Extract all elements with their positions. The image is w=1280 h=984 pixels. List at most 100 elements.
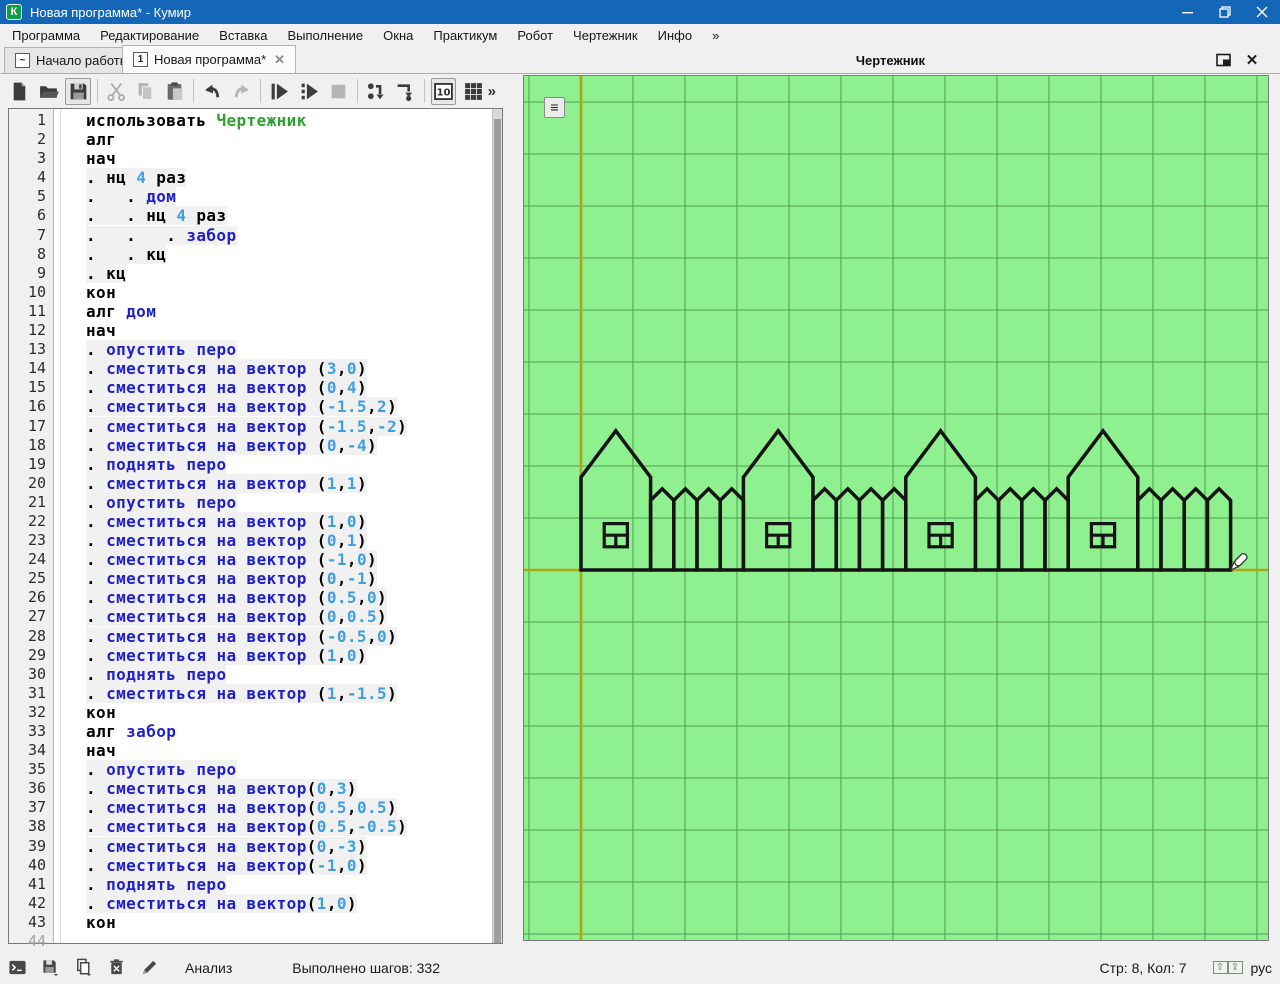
minimize-button[interactable]: [1169, 0, 1206, 24]
code-line-18: . сместиться на вектор (0,-4): [61, 436, 491, 455]
code-line-43: кон: [61, 913, 491, 932]
menu-item-5[interactable]: Практикум: [423, 26, 507, 45]
code-line-24: . сместиться на вектор (-1,0): [61, 550, 491, 569]
stop-button[interactable]: [326, 78, 351, 105]
run-step-button[interactable]: [297, 78, 322, 105]
code-line-12: нач: [61, 321, 491, 340]
drawer-window-header: Чертежник ✕: [515, 46, 1272, 74]
code-line-42: . сместиться на вектор(1,0): [61, 894, 491, 913]
toolbar-separator: [193, 79, 194, 103]
status-steps-counter: Выполнено шагов: 332: [292, 960, 440, 976]
code-line-6: . . нц 4 раз: [61, 206, 491, 225]
code-line-33: алг забор: [61, 722, 491, 741]
show-margin-10-button[interactable]: 10: [431, 78, 456, 105]
line-number: 14: [9, 359, 53, 378]
menu-item-1[interactable]: Редактирование: [90, 26, 209, 45]
menu-item-4[interactable]: Окна: [373, 26, 423, 45]
tab-label: Новая программа*: [154, 52, 266, 67]
stop-icon: [328, 81, 349, 102]
code-line-34: нач: [61, 741, 491, 760]
code-line-10: кон: [61, 283, 491, 302]
undo-button[interactable]: [200, 78, 225, 105]
code-line-9: . кц: [61, 264, 491, 283]
step-over-button[interactable]: [364, 78, 389, 105]
copy-button[interactable]: [133, 78, 158, 105]
status-mode: Анализ: [185, 960, 232, 976]
tab-0[interactable]: ~Начало работы: [4, 47, 140, 73]
line-number: 34: [9, 741, 53, 760]
code-line-22: . сместиться на вектор (1,0): [61, 512, 491, 531]
menu-item-2[interactable]: Вставка: [209, 26, 277, 45]
line-number: 31: [9, 684, 53, 703]
redo-button[interactable]: [229, 78, 254, 105]
code-line-30: . поднять перо: [61, 665, 491, 684]
save-result-button[interactable]: [41, 958, 60, 977]
line-number: 5: [9, 187, 53, 206]
console-button[interactable]: [8, 958, 27, 977]
close-button[interactable]: [1243, 0, 1280, 24]
menu-item-9[interactable]: »: [702, 26, 729, 45]
save-program-button[interactable]: [65, 78, 90, 105]
menu-bar: ПрограммаРедактированиеВставкаВыполнение…: [0, 24, 1280, 46]
drawer-field: [524, 76, 1268, 940]
title-bar: К Новая программа* - Кумир: [0, 0, 1280, 24]
drawer-menu-button[interactable]: ≡: [544, 97, 565, 118]
menu-item-0[interactable]: Программа: [2, 26, 90, 45]
line-number: 33: [9, 722, 53, 741]
paste-button[interactable]: [162, 78, 187, 105]
code-editor[interactable]: 1234567891011121314151617181920212223242…: [8, 108, 503, 944]
line-number: 22: [9, 512, 53, 531]
line-number: 13: [9, 340, 53, 359]
open-program-button[interactable]: [36, 78, 61, 105]
line-number: 39: [9, 837, 53, 856]
menu-item-8[interactable]: Инфо: [648, 26, 702, 45]
copy-result-button[interactable]: [74, 958, 93, 977]
new-program-icon: [9, 81, 30, 102]
toolbar-separator: [357, 79, 358, 103]
step-out-button[interactable]: [393, 78, 418, 105]
code-area[interactable]: использовать Чертежникалгнач. нц 4 раз. …: [61, 109, 491, 943]
menu-item-3[interactable]: Выполнение: [277, 26, 373, 45]
show-field-button[interactable]: [460, 78, 485, 105]
drawer-canvas: ≡: [523, 75, 1269, 941]
drawer-close-button[interactable]: ✕: [1238, 49, 1266, 71]
line-number: 4: [9, 168, 53, 187]
line-number: 25: [9, 569, 53, 588]
tab-close-icon[interactable]: ✕: [274, 52, 285, 68]
tab-1[interactable]: 1Новая программа*✕: [122, 45, 296, 73]
line-number: 10: [9, 283, 53, 302]
line-number: 32: [9, 703, 53, 722]
toolbar-separator: [97, 79, 98, 103]
status-bar: Анализ Выполнено шагов: 332 Стр: 8, Кол:…: [0, 951, 1280, 984]
paste-icon: [164, 81, 185, 102]
line-number: 2: [9, 130, 53, 149]
drawer-undock-button[interactable]: [1210, 49, 1238, 71]
new-program-button[interactable]: [7, 78, 32, 105]
code-line-8: . . кц: [61, 245, 491, 264]
menu-item-6[interactable]: Робот: [507, 26, 563, 45]
step-over-icon: [366, 81, 387, 102]
code-line-32: кон: [61, 703, 491, 722]
menu-item-7[interactable]: Чертежник: [563, 26, 648, 45]
edit-button[interactable]: [140, 958, 159, 977]
line-number: 41: [9, 875, 53, 894]
run-button[interactable]: [267, 78, 292, 105]
code-line-44: [61, 932, 491, 943]
editor-scrollbar[interactable]: [492, 109, 502, 943]
code-line-20: . сместиться на вектор (1,1): [61, 474, 491, 493]
save-program-icon: [68, 81, 89, 102]
keyboard-layout-indicator: рус: [1251, 960, 1272, 976]
code-line-2: алг: [61, 130, 491, 149]
cut-button[interactable]: [104, 78, 129, 105]
scrollbar-thumb[interactable]: [494, 119, 501, 943]
line-number: 3: [9, 149, 53, 168]
line-number: 30: [9, 665, 53, 684]
line-number: 42: [9, 894, 53, 913]
line-number: 29: [9, 646, 53, 665]
line-number: 23: [9, 531, 53, 550]
clear-button[interactable]: [107, 958, 126, 977]
toolbar-overflow-chevron[interactable]: »: [488, 83, 496, 100]
toolbar: 10 »: [0, 74, 508, 108]
restore-button[interactable]: [1206, 0, 1243, 24]
undock-icon: [1216, 53, 1232, 67]
